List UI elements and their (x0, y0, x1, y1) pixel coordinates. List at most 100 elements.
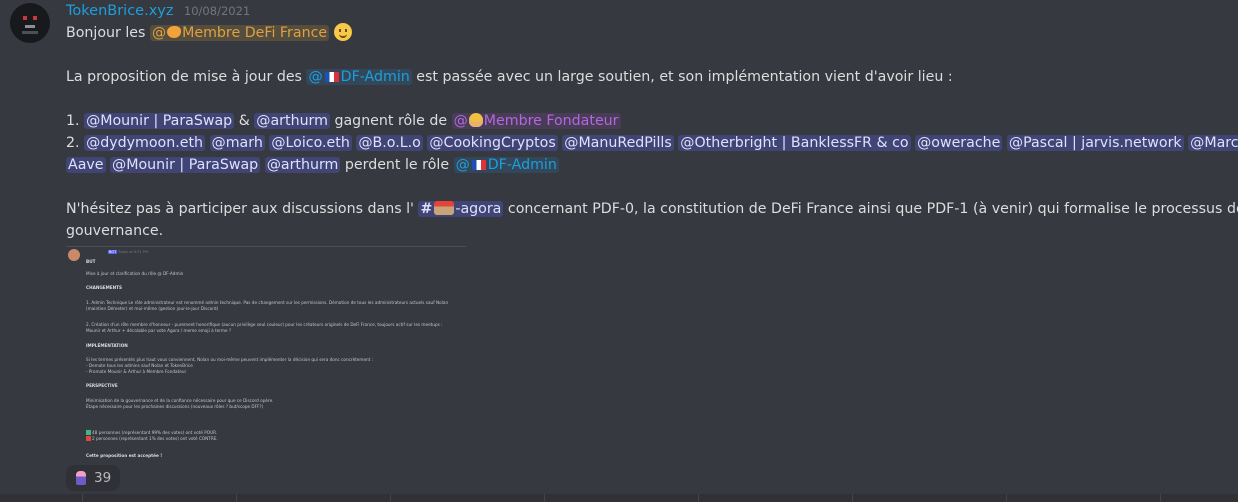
role-mention-df-admin[interactable]: @ DF-Admin (306, 69, 412, 85)
embed-line: PERSPECTIVE (86, 383, 118, 388)
user-mention[interactable]: @Mounir | ParaSwap (110, 157, 261, 173)
user-mention[interactable]: @Marczeller | (1188, 135, 1238, 151)
embed-line: - Demote tous les admins sauf Nolan et T… (86, 363, 193, 368)
list-prefix: 1. (66, 113, 80, 129)
greeting-line: Bonjour les @ Membre DeFi France (66, 22, 352, 44)
user-mention[interactable]: @Loico.eth (269, 135, 352, 151)
embed-line-text: PERSPECTIVE (86, 383, 118, 388)
list-item-1: 1. @Mounir | ParaSwap & @arthurm gagnent… (66, 110, 621, 132)
embed-line: 2. Création d'un rôle membre d'honneur -… (86, 322, 443, 327)
smile-emoji-icon (333, 23, 352, 41)
paragraph-agora-line2-text: gouvernance. (66, 223, 164, 239)
duck-emoji-icon (167, 26, 182, 38)
embed-line-text: - Promote Mounir & Arthur à Membre Fonda… (86, 369, 187, 374)
paragraph-proposal-before: La proposition de mise à jour des (66, 69, 302, 85)
embed-line-text: Étape nécessaire pour les prochaines dis… (86, 404, 264, 409)
user-mention-arthurm[interactable]: @arthurm (254, 113, 330, 129)
checkmark-icon (86, 430, 91, 435)
embed-line: Mounir et Arthur + décalable par vote Ag… (86, 328, 231, 333)
user-mention[interactable]: @Otherbright | BanklessFR & co (678, 135, 911, 151)
user-mention[interactable]: @Pascal | jarvis.network (1006, 135, 1184, 151)
agora-emoji-icon (434, 201, 455, 215)
embed-line: Étape nécessaire pour les prochaines dis… (86, 404, 263, 409)
paragraph-agora-after: concernant PDF-0, la constitution de DeF… (507, 201, 1238, 217)
embed-line: CHANGEMENTS (86, 285, 122, 290)
paragraph-agora: N'hésitez pas à participer aux discussio… (66, 198, 1238, 220)
embed-line: Mise à jour et clarification du rôle @ D… (86, 271, 183, 276)
embed-line-text: - Demote tous les admins sauf Nolan et T… (86, 363, 193, 368)
embed-line-text: BUT (86, 259, 96, 264)
paragraph-proposal: La proposition de mise à jour des @ DF-Ad… (66, 66, 953, 88)
embed-line: IMPLÉMENTATION (86, 343, 128, 348)
timestamp: 10/08/2021 (183, 4, 251, 18)
channel-name: -agora (455, 201, 502, 217)
paragraph-proposal-after: est passée avec un large soutien, et son… (416, 69, 953, 85)
embed-line-text: Mise à jour et clarification du rôle @ D… (86, 271, 184, 276)
user-mention[interactable]: @CookingCryptos (427, 135, 558, 151)
message-header: TokenBrice.xyz 10/08/2021 (66, 3, 250, 21)
embed-line: 1. Admin Technique Le rôle administrateu… (86, 300, 448, 305)
role-mention-membre-defi-france[interactable]: @ Membre DeFi France (149, 25, 330, 41)
role-at: @ (308, 69, 323, 85)
role-mention-membre-fondateur[interactable]: @ Membre Fondateur (451, 113, 621, 129)
embed-line: 2 personnes (représentant 1% des votes) … (86, 436, 218, 441)
list-item-2-continued: Aave @Mounir | ParaSwap @arthurm perdent… (66, 154, 559, 176)
embed-line-text: CHANGEMENTS (86, 285, 123, 290)
list-prefix: 2. (66, 135, 80, 151)
user-mention[interactable]: @B.o.L.o (356, 135, 423, 151)
role-at: @ (453, 113, 468, 129)
user-mention[interactable]: @marh (209, 135, 265, 151)
embed-time: Today at 6:31 PM (118, 250, 148, 254)
attached-screenshot-image[interactable]: BOT Today at 6:31 PM BUT Mise à jour et c… (66, 246, 466, 461)
ampersand: & (238, 113, 250, 129)
channel-mention-agora[interactable]: # -agora (418, 201, 504, 217)
embed-line: - Promote Mounir & Arthur à Membre Fonda… (86, 369, 186, 374)
user-mention[interactable]: Aave (66, 157, 106, 173)
chat-message: TokenBrice.xyz 10/08/2021 Bonjour les @ M… (0, 0, 1238, 494)
embed-line-text: (maintien Démeter) et moi-même (gestion … (86, 306, 219, 311)
embed-line: (maintien Démeter) et moi-même (gestion … (86, 306, 218, 311)
role-name: Membre DeFi France (182, 25, 328, 41)
paragraph-agora-before: N'hésitez pas à participer aux discussio… (66, 201, 414, 217)
role-mention-df-admin[interactable]: @ DF-Admin (453, 157, 559, 173)
embed-line-text: Minimisation de la gouvernance et de la … (86, 398, 274, 403)
france-flag-icon (324, 72, 339, 82)
embed-line: Cette proposition est acceptée ! (86, 453, 162, 458)
user-mention[interactable]: @dydymoon.eth (84, 135, 206, 151)
cross-icon (86, 436, 91, 441)
embed-line-text: 48 personnes (représentant 99% des votes… (92, 430, 218, 435)
reaction-button[interactable]: 39 (66, 465, 120, 491)
role-name: DF-Admin (340, 69, 410, 85)
embed-line: 48 personnes (représentant 99% des votes… (86, 430, 217, 435)
channel-hash-icon: # (420, 201, 433, 217)
embed-line-text: 2. Création d'un rôle membre d'honneur -… (86, 322, 443, 327)
role-name: Membre Fondateur (483, 113, 619, 129)
user-mention[interactable]: @owerache (915, 135, 1003, 151)
list-item-2-text: perdent le rôle (344, 157, 450, 173)
paragraph-agora-line2: gouvernance. (66, 220, 163, 242)
embed-line: Si les termes présentés plus haut vous c… (86, 357, 373, 362)
user-avatar[interactable] (10, 3, 50, 43)
user-mention[interactable]: @arthurm (264, 157, 341, 173)
embed-bot-badge: BOT (108, 250, 118, 254)
embed-line-text: 1. Admin Technique Le rôle administrateu… (86, 300, 449, 305)
embed-line-text: IMPLÉMENTATION (86, 343, 128, 348)
france-flag-icon (471, 160, 486, 170)
embed-line-text: Mounir et Arthur + décalable par vote Ag… (86, 328, 232, 333)
bottom-divider (0, 494, 1238, 502)
user-mention-mounir[interactable]: @Mounir | ParaSwap (84, 113, 235, 129)
username[interactable]: TokenBrice.xyz (66, 3, 173, 19)
reaction-count: 39 (94, 470, 112, 486)
embed-avatar (68, 249, 80, 261)
embed-line-text: 2 personnes (représentant 1% des votes) … (92, 436, 218, 441)
embed-line-text: Cette proposition est acceptée ! (86, 453, 163, 458)
embed-line-text: Si les termes présentés plus haut vous c… (86, 357, 374, 362)
greeting-text: Bonjour les (66, 25, 146, 41)
role-at: @ (151, 25, 167, 41)
role-name: DF-Admin (487, 157, 557, 173)
worker-emoji-icon (468, 113, 483, 127)
list-item-1-text: gagnent rôle de (334, 113, 448, 129)
lipstick-emoji-icon (76, 471, 86, 485)
user-mention[interactable]: @ManuRedPills (562, 135, 674, 151)
embed-line: Minimisation de la gouvernance et de la … (86, 398, 273, 403)
